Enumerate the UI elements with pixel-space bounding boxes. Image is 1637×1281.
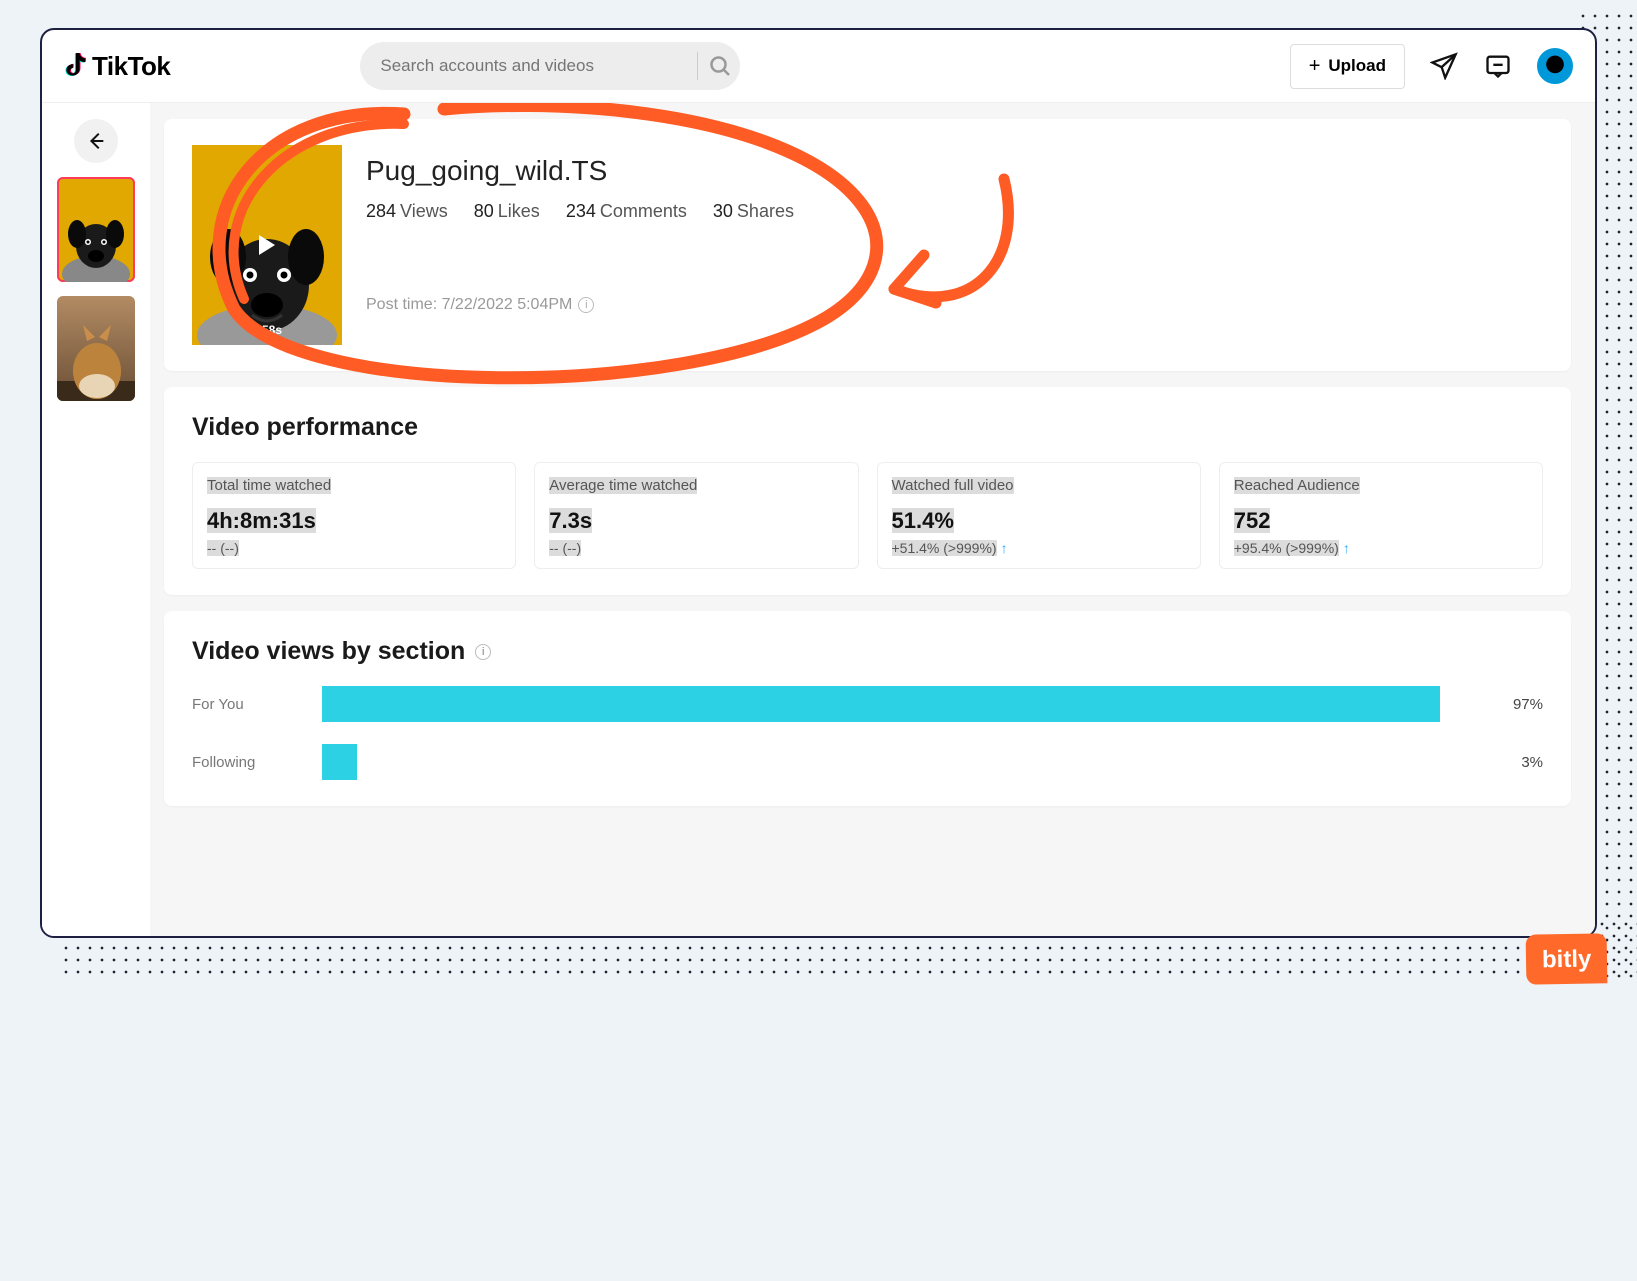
metric-reached-audience: Reached Audience 752 +95.4% (>999%) ↑ (1219, 462, 1543, 569)
bar-track (322, 686, 1475, 722)
post-time: Post time: 7/22/2022 5:04PM i (366, 296, 1543, 314)
stat-shares: 30Shares (713, 201, 794, 222)
avatar[interactable] (1537, 48, 1573, 84)
views-by-section-title: Video views by section i (192, 637, 1543, 666)
bar-row: For You 97% (192, 686, 1543, 722)
bar-track (322, 744, 1475, 780)
bar-label: Following (192, 754, 302, 771)
search-icon[interactable] (708, 54, 732, 78)
up-arrow-icon: ↑ (1001, 540, 1008, 556)
video-header-card: 7.58s Pug_going_wild.TS 284Views 80Likes… (164, 119, 1571, 371)
video-stats: 284Views 80Likes 234Comments 30Shares (366, 201, 1543, 222)
search-divider (697, 52, 698, 80)
performance-metrics: Total time watched 4h:8m:31s -- (--) Ave… (192, 462, 1543, 569)
video-title: Pug_going_wild.TS (366, 155, 1543, 187)
inbox-icon[interactable] (1483, 51, 1513, 81)
performance-title: Video performance (192, 413, 1543, 442)
video-performance-card: Video performance Total time watched 4h:… (164, 387, 1571, 595)
app-window: TikTok + Upload (40, 28, 1597, 938)
video-duration: 7.58s (252, 323, 282, 337)
topbar-right: + Upload (1290, 44, 1573, 89)
search-input[interactable] (380, 56, 687, 76)
bar-percent: 97% (1495, 696, 1543, 713)
bar-row: Following 3% (192, 744, 1543, 780)
metric-total-time: Total time watched 4h:8m:31s -- (--) (192, 462, 516, 569)
topbar: TikTok + Upload (42, 30, 1595, 103)
bar-label: For You (192, 696, 302, 713)
brand-text: TikTok (92, 51, 170, 82)
views-bars: For You 97% Following 3% (192, 686, 1543, 780)
upload-label: Upload (1328, 56, 1386, 76)
views-by-section-card: Video views by section i For You 97% Follo… (164, 611, 1571, 806)
stat-likes: 80Likes (474, 201, 540, 222)
upload-button[interactable]: + Upload (1290, 44, 1405, 89)
info-icon[interactable]: i (475, 644, 491, 660)
sidebar-thumb-cat[interactable] (57, 296, 135, 401)
brand-logo[interactable]: TikTok (64, 51, 170, 82)
send-icon[interactable] (1429, 51, 1459, 81)
video-thumbnail[interactable]: 7.58s (192, 145, 342, 345)
back-button[interactable] (74, 119, 118, 163)
sidebar-thumb-pug[interactable] (57, 177, 135, 282)
stat-comments: 234Comments (566, 201, 687, 222)
main-content: 7.58s Pug_going_wild.TS 284Views 80Likes… (150, 103, 1595, 936)
plus-icon: + (1309, 55, 1321, 78)
search-box[interactable] (360, 42, 740, 90)
bitly-badge: bitly (1525, 933, 1607, 984)
play-icon (259, 235, 275, 255)
metric-avg-time: Average time watched 7.3s -- (--) (534, 462, 858, 569)
up-arrow-icon: ↑ (1343, 540, 1350, 556)
metric-full-video: Watched full video 51.4% +51.4% (>999%) … (877, 462, 1201, 569)
bar-percent: 3% (1495, 754, 1543, 771)
tiktok-note-icon (64, 53, 86, 79)
sidebar (42, 103, 150, 936)
stat-views: 284Views (366, 201, 448, 222)
info-icon[interactable]: i (578, 297, 594, 313)
